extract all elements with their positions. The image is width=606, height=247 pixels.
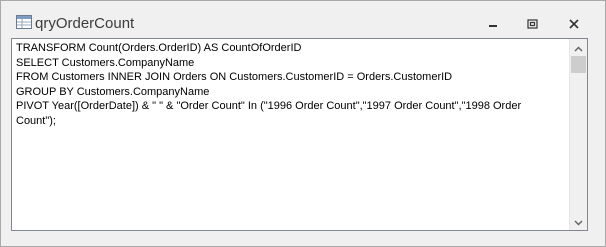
minimize-icon xyxy=(488,16,498,34)
close-icon xyxy=(569,16,579,34)
close-button[interactable] xyxy=(559,14,589,36)
restore-button[interactable] xyxy=(517,14,547,36)
window-title: qryOrderCount xyxy=(35,15,135,32)
minimize-button[interactable] xyxy=(478,14,508,36)
scroll-down-button[interactable] xyxy=(570,213,587,230)
chevron-up-icon xyxy=(574,39,583,57)
sql-text[interactable]: TRANSFORM Count(Orders.OrderID) AS Count… xyxy=(16,41,564,128)
vertical-scrollbar[interactable] xyxy=(569,39,587,230)
query-window: qryOrderCount TRANSFORM Count(Orders.Ord… xyxy=(0,0,606,247)
sql-editor[interactable]: TRANSFORM Count(Orders.OrderID) AS Count… xyxy=(11,38,588,231)
restore-icon xyxy=(526,16,538,34)
chevron-down-icon xyxy=(574,213,583,231)
query-datasheet-icon xyxy=(16,15,32,29)
scroll-up-button[interactable] xyxy=(570,39,587,56)
scroll-thumb[interactable] xyxy=(571,56,586,73)
title-bar[interactable]: qryOrderCount xyxy=(1,1,605,39)
